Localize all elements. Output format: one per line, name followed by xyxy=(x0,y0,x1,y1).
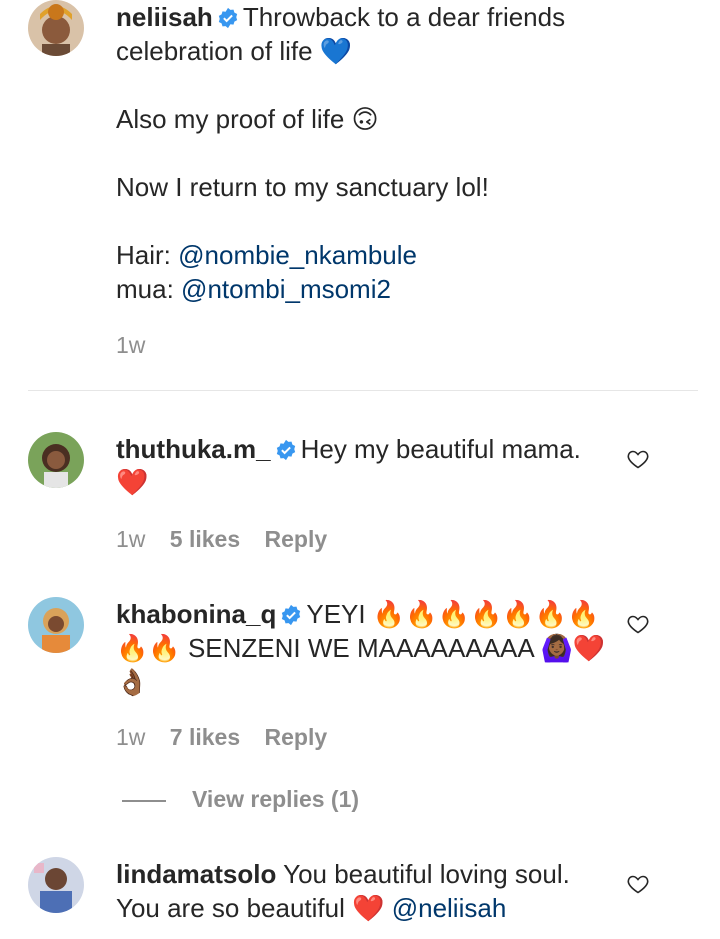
reply-button[interactable]: Reply xyxy=(265,526,328,552)
view-replies-button[interactable]: View replies (1) xyxy=(192,786,359,813)
post-caption: neliisah Throwback to a dear friends cele… xyxy=(0,0,720,392)
comment-meta: 1w 7 likes Reply xyxy=(116,724,345,751)
mention-link[interactable]: @ntombi_msomi2 xyxy=(181,274,391,304)
caption-username[interactable]: neliisah xyxy=(116,2,213,32)
reply-button[interactable]: Reply xyxy=(265,724,328,750)
timestamp: 1w xyxy=(116,724,146,750)
likes-count[interactable]: 5 likes xyxy=(170,526,240,552)
comment-username[interactable]: khabonina_q xyxy=(116,599,276,629)
avatar[interactable] xyxy=(28,432,84,488)
mention-link[interactable]: @neliisah xyxy=(392,893,507,923)
comment-body: Hey my beautiful mama. xyxy=(300,434,581,464)
comment-body: 🔥🔥 SENZENI WE MAAAAAAAAA 🙆🏾‍♀️❤️ xyxy=(116,633,606,663)
comment-body: YEYI 🔥🔥🔥🔥🔥🔥🔥 xyxy=(306,599,600,629)
timestamp: 1w xyxy=(116,332,146,358)
like-heart-icon[interactable] xyxy=(626,872,650,896)
comment-body: ❤️ xyxy=(116,468,149,498)
view-replies-line xyxy=(122,800,166,802)
caption-meta: 1w xyxy=(116,332,163,359)
caption-line-3: Also my proof of life 🙃 xyxy=(116,104,379,134)
comment-username[interactable]: thuthuka.m_ xyxy=(116,434,271,464)
comment-text: khabonina_q YEYI 🔥🔥🔥🔥🔥🔥🔥 🔥🔥 SENZENI WE MA… xyxy=(116,597,620,699)
avatar[interactable] xyxy=(28,597,84,653)
comment-body: You are so beautiful ❤️ xyxy=(116,893,385,923)
caption-line-1: Throwback to a dear friends xyxy=(242,2,566,32)
caption-mua-label: mua: xyxy=(116,274,174,304)
mention-link[interactable]: @nombie_nkambule xyxy=(178,240,417,270)
comment-text: lindamatsolo You beautiful loving soul. … xyxy=(116,857,620,925)
avatar[interactable] xyxy=(28,0,84,56)
comment-body: 👌🏾 xyxy=(116,667,149,697)
verified-badge-icon xyxy=(282,604,301,626)
timestamp: 1w xyxy=(116,526,146,552)
comment-body: You beautiful loving soul. xyxy=(283,859,570,889)
like-heart-icon[interactable] xyxy=(626,447,650,471)
verified-badge-icon xyxy=(218,7,237,29)
like-heart-icon[interactable] xyxy=(626,612,650,636)
verified-badge-icon xyxy=(276,439,295,461)
caption-line-2: celebration of life 💙 xyxy=(116,36,353,66)
comment-meta: 1w 5 likes Reply xyxy=(116,526,345,553)
caption-line-4: Now I return to my sanctuary lol! xyxy=(116,172,489,202)
comment-text: thuthuka.m_ Hey my beautiful mama. ❤️ xyxy=(116,432,620,500)
caption-text: neliisah Throwback to a dear friends cele… xyxy=(116,0,620,306)
comment-username[interactable]: lindamatsolo xyxy=(116,859,276,889)
caption-hair-label: Hair: xyxy=(116,240,171,270)
divider xyxy=(28,390,698,391)
likes-count[interactable]: 7 likes xyxy=(170,724,240,750)
avatar[interactable] xyxy=(28,857,84,913)
